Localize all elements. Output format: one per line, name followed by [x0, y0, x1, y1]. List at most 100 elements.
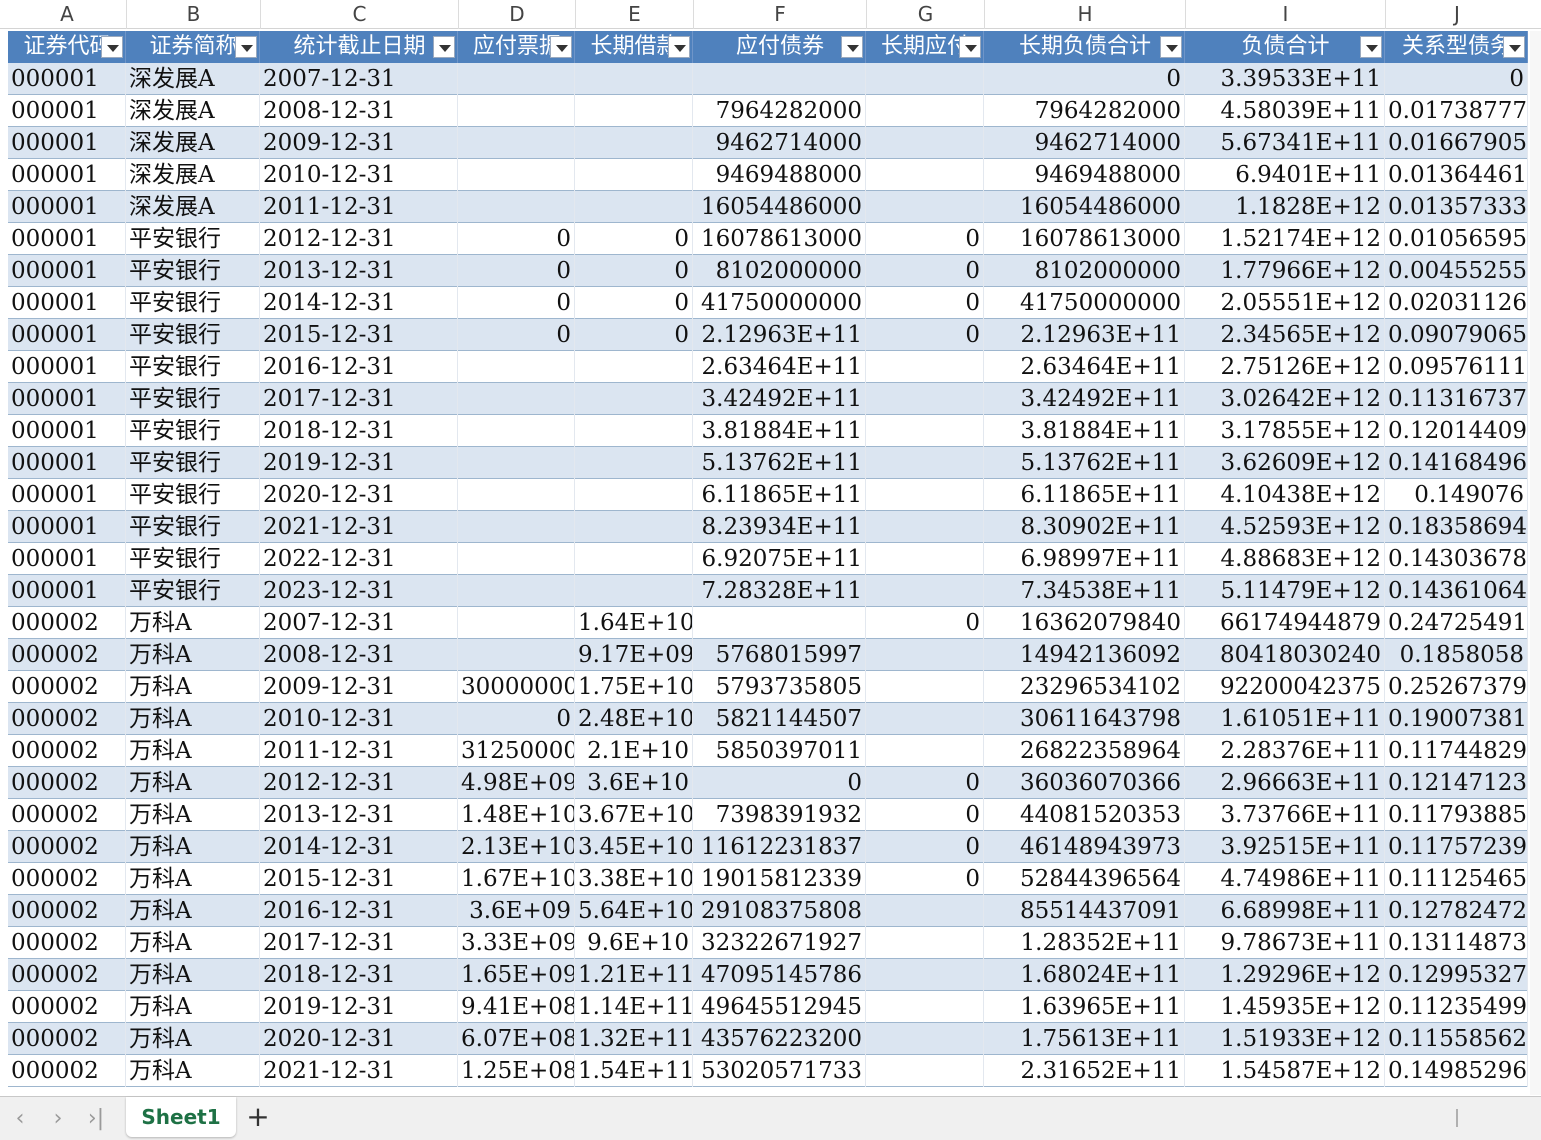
filter-dropdown-icon[interactable]	[101, 36, 123, 58]
table-cell[interactable]: 1.63965E+11	[984, 991, 1185, 1023]
table-cell[interactable]	[458, 127, 575, 159]
table-cell[interactable]: 5850397011	[693, 735, 866, 767]
table-cell[interactable]: 66174944879	[1185, 607, 1385, 639]
table-cell[interactable]	[458, 607, 575, 639]
table-cell[interactable]: 46148943973	[984, 831, 1185, 863]
table-cell[interactable]: 000002	[8, 799, 126, 831]
table-cell[interactable]: 000001	[8, 159, 126, 191]
header-cell[interactable]: 关系型债务	[1385, 31, 1528, 63]
table-cell[interactable]: 3.6E+09	[458, 895, 575, 927]
table-cell[interactable]: 1.32E+11	[575, 1023, 693, 1055]
table-cell[interactable]	[866, 159, 984, 191]
column-letter-g[interactable]: G	[866, 0, 984, 29]
table-cell[interactable]: 4.58039E+11	[1185, 95, 1385, 127]
last-sheet-icon[interactable]: ›|	[82, 1105, 110, 1133]
table-cell[interactable]: 000001	[8, 511, 126, 543]
table-cell[interactable]: 9462714000	[693, 127, 866, 159]
table-cell[interactable]: 深发展A	[126, 63, 260, 95]
table-cell[interactable]: 5.11479E+12	[1185, 575, 1385, 607]
header-cell[interactable]: 应付债券	[693, 31, 866, 63]
table-cell[interactable]: 000002	[8, 671, 126, 703]
add-sheet-icon[interactable]: +	[244, 1103, 272, 1131]
table-cell[interactable]	[458, 479, 575, 511]
table-cell[interactable]	[693, 63, 866, 95]
table-cell[interactable]	[575, 479, 693, 511]
table-cell[interactable]: 2009-12-31	[260, 127, 458, 159]
table-cell[interactable]: 1.68024E+11	[984, 959, 1185, 991]
table-cell[interactable]: 3.6E+10	[575, 767, 693, 799]
table-cell[interactable]: 6.68998E+11	[1185, 895, 1385, 927]
table-cell[interactable]: 2008-12-31	[260, 95, 458, 127]
table-cell[interactable]: 7964282000	[693, 95, 866, 127]
table-cell[interactable]: 2018-12-31	[260, 959, 458, 991]
table-cell[interactable]: 0	[866, 223, 984, 255]
table-cell[interactable]: 000002	[8, 863, 126, 895]
table-cell[interactable]: 0.12782472	[1385, 895, 1528, 927]
table-cell[interactable]: 000002	[8, 991, 126, 1023]
table-cell[interactable]: 1.75613E+11	[984, 1023, 1185, 1055]
table-cell[interactable]: 万科A	[126, 927, 260, 959]
column-letter-h[interactable]: H	[984, 0, 1185, 29]
table-cell[interactable]	[575, 447, 693, 479]
table-cell[interactable]: 2017-12-31	[260, 383, 458, 415]
table-cell[interactable]	[866, 127, 984, 159]
table-cell[interactable]: 平安银行	[126, 511, 260, 543]
table-cell[interactable]	[575, 159, 693, 191]
table-cell[interactable]: 000001	[8, 383, 126, 415]
table-cell[interactable]: 0	[866, 767, 984, 799]
table-cell[interactable]	[458, 63, 575, 95]
table-cell[interactable]	[866, 191, 984, 223]
table-cell[interactable]: 0.11744829	[1385, 735, 1528, 767]
table-cell[interactable]: 2008-12-31	[260, 639, 458, 671]
table-cell[interactable]: 4.98E+09	[458, 767, 575, 799]
table-cell[interactable]: 000001	[8, 287, 126, 319]
table-cell[interactable]: 1.54587E+12	[1185, 1055, 1385, 1087]
table-cell[interactable]: 000002	[8, 735, 126, 767]
table-cell[interactable]: 3.38E+10	[575, 863, 693, 895]
filter-dropdown-icon[interactable]	[1160, 36, 1182, 58]
table-cell[interactable]: 0	[458, 287, 575, 319]
table-cell[interactable]: 平安银行	[126, 575, 260, 607]
table-cell[interactable]: 32322671927	[693, 927, 866, 959]
table-cell[interactable]	[575, 351, 693, 383]
table-cell[interactable]: 36036070366	[984, 767, 1185, 799]
table-cell[interactable]	[458, 575, 575, 607]
table-cell[interactable]	[458, 191, 575, 223]
column-letter-e[interactable]: E	[575, 0, 693, 29]
table-cell[interactable]: 000002	[8, 607, 126, 639]
table-cell[interactable]	[866, 383, 984, 415]
table-cell[interactable]: 3.42492E+11	[984, 383, 1185, 415]
table-cell[interactable]: 0	[575, 255, 693, 287]
table-cell[interactable]: 0.11558562	[1385, 1023, 1528, 1055]
table-cell[interactable]: 000002	[8, 831, 126, 863]
table-cell[interactable]: 2.34565E+12	[1185, 319, 1385, 351]
table-cell[interactable]: 000001	[8, 223, 126, 255]
table-cell[interactable]	[575, 415, 693, 447]
column-letter-i[interactable]: I	[1185, 0, 1385, 29]
table-cell[interactable]	[575, 511, 693, 543]
table-cell[interactable]: 0.25267379	[1385, 671, 1528, 703]
table-cell[interactable]: 2.75126E+12	[1185, 351, 1385, 383]
table-cell[interactable]: 9.41E+08	[458, 991, 575, 1023]
filter-dropdown-icon[interactable]	[433, 36, 455, 58]
table-cell[interactable]: 000002	[8, 959, 126, 991]
table-cell[interactable]	[866, 415, 984, 447]
table-cell[interactable]: 0.14985296	[1385, 1055, 1528, 1087]
header-cell[interactable]: 统计截止日期	[260, 31, 458, 63]
table-cell[interactable]: 1.1828E+12	[1185, 191, 1385, 223]
table-cell[interactable]: 2.12963E+11	[984, 319, 1185, 351]
column-letter-j[interactable]: J	[1385, 0, 1528, 29]
table-cell[interactable]: 0.11235499	[1385, 991, 1528, 1023]
table-cell[interactable]: 0	[866, 319, 984, 351]
table-cell[interactable]: 2016-12-31	[260, 895, 458, 927]
column-letter-f[interactable]: F	[693, 0, 866, 29]
table-cell[interactable]: 平安银行	[126, 383, 260, 415]
table-cell[interactable]: 2022-12-31	[260, 543, 458, 575]
table-cell[interactable]: 5768015997	[693, 639, 866, 671]
table-cell[interactable]: 11612231837	[693, 831, 866, 863]
table-cell[interactable]: 0	[866, 863, 984, 895]
table-cell[interactable]: 000001	[8, 351, 126, 383]
table-cell[interactable]: 1.61051E+11	[1185, 703, 1385, 735]
table-cell[interactable]: 9.17E+09	[575, 639, 693, 671]
table-cell[interactable]: 7.34538E+11	[984, 575, 1185, 607]
